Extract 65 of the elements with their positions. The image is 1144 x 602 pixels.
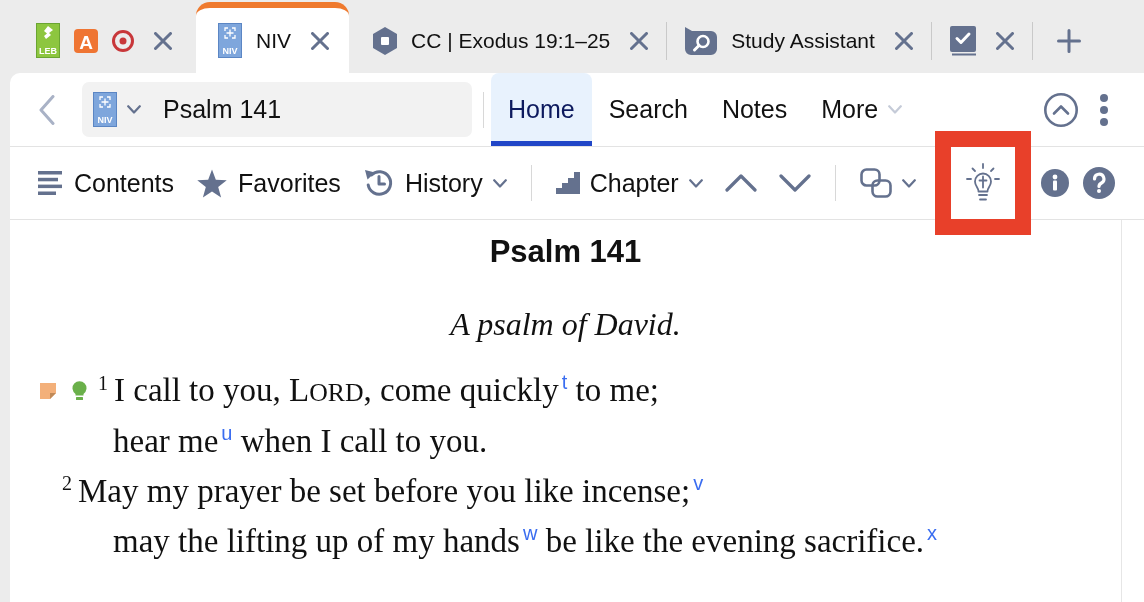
chevron-down-icon — [778, 174, 811, 192]
footnote-link[interactable]: t — [561, 370, 568, 393]
nav-tab[interactable]: More — [804, 73, 920, 146]
caret-icon — [901, 178, 916, 188]
chapter-title: Psalm 141 — [489, 234, 642, 270]
more-icon — [1100, 93, 1108, 126]
close-button[interactable] — [630, 31, 649, 50]
book-check-icon — [949, 25, 976, 56]
link-icon — [859, 168, 892, 198]
book-cover-icon: NIV — [93, 92, 117, 127]
close-icon — [311, 31, 329, 50]
chapter-button[interactable]: Chapter — [547, 159, 711, 207]
contents-button[interactable]: Contents — [30, 159, 183, 207]
nav-tab[interactable]: Search — [591, 73, 705, 146]
close-button[interactable] — [894, 31, 913, 50]
close-icon — [995, 31, 1014, 50]
star-icon — [196, 168, 229, 198]
stairs-icon — [555, 172, 580, 194]
tab[interactable]: Study Assistant — [667, 2, 931, 73]
collapse-button[interactable] — [1044, 92, 1078, 127]
magnifier-bubble-icon — [685, 26, 718, 55]
close-icon — [154, 31, 172, 50]
psalm-superscription: A psalm of David. — [450, 305, 681, 344]
close-icon — [630, 31, 649, 50]
lightbulb-icon — [965, 163, 1001, 203]
caret-icon — [888, 105, 903, 114]
new-tab-button[interactable] — [1056, 28, 1081, 53]
verse-line: I call to you, LORD, come quickly$^{t}$ to me; — [114, 369, 659, 410]
chevron-circle-icon — [1044, 92, 1078, 127]
nav-tab[interactable]: Notes — [704, 73, 805, 146]
history-icon — [362, 167, 395, 199]
close-button[interactable] — [311, 31, 329, 50]
footnote-link[interactable]: u — [221, 422, 233, 444]
chevron-up-icon — [724, 174, 757, 192]
book-cover-icon: NIV — [218, 23, 242, 58]
more-button[interactable] — [1100, 93, 1108, 126]
nav-tab[interactable]: Home — [491, 73, 592, 146]
verse-number: 1 — [98, 373, 108, 393]
close-button[interactable] — [154, 31, 172, 50]
book-cover-icon: LEB — [36, 23, 60, 58]
caret-icon — [492, 178, 507, 188]
footnote-link[interactable]: w — [522, 522, 538, 544]
verse-line: hear me$^{u}$ when I call to you. — [113, 421, 488, 461]
verse-number: 2 — [62, 473, 72, 493]
reference-field[interactable]: NIV Psalm 141 — [82, 82, 472, 137]
history-button[interactable]: History — [354, 159, 515, 207]
favorites-button[interactable]: Favorites — [188, 159, 349, 207]
list-icon — [38, 171, 64, 195]
letter-tile-icon: A — [74, 28, 98, 53]
close-icon — [894, 31, 913, 50]
info-icon — [1041, 169, 1069, 197]
caret-icon — [127, 105, 141, 114]
hexagon-icon — [373, 26, 397, 55]
verse-line: may the lifting up of my hands$^{w}$ be like the evening sacrifice.$^{x}$ — [113, 521, 938, 561]
footnote-link[interactable]: v — [693, 472, 704, 494]
help-icon — [1083, 167, 1115, 199]
caret-icon — [688, 178, 703, 188]
footnote-link[interactable]: x — [927, 522, 938, 544]
plus-icon — [1056, 28, 1081, 53]
close-button[interactable] — [995, 31, 1014, 50]
tab[interactable]: NIV NIV — [196, 2, 349, 73]
verse-line: May my prayer be set before you like incense;$^{v}$ — [78, 471, 704, 511]
target-icon — [112, 29, 134, 52]
tab[interactable]: CC | Exodus 19:1–25 — [355, 2, 667, 73]
chevron-left-icon — [39, 94, 55, 125]
